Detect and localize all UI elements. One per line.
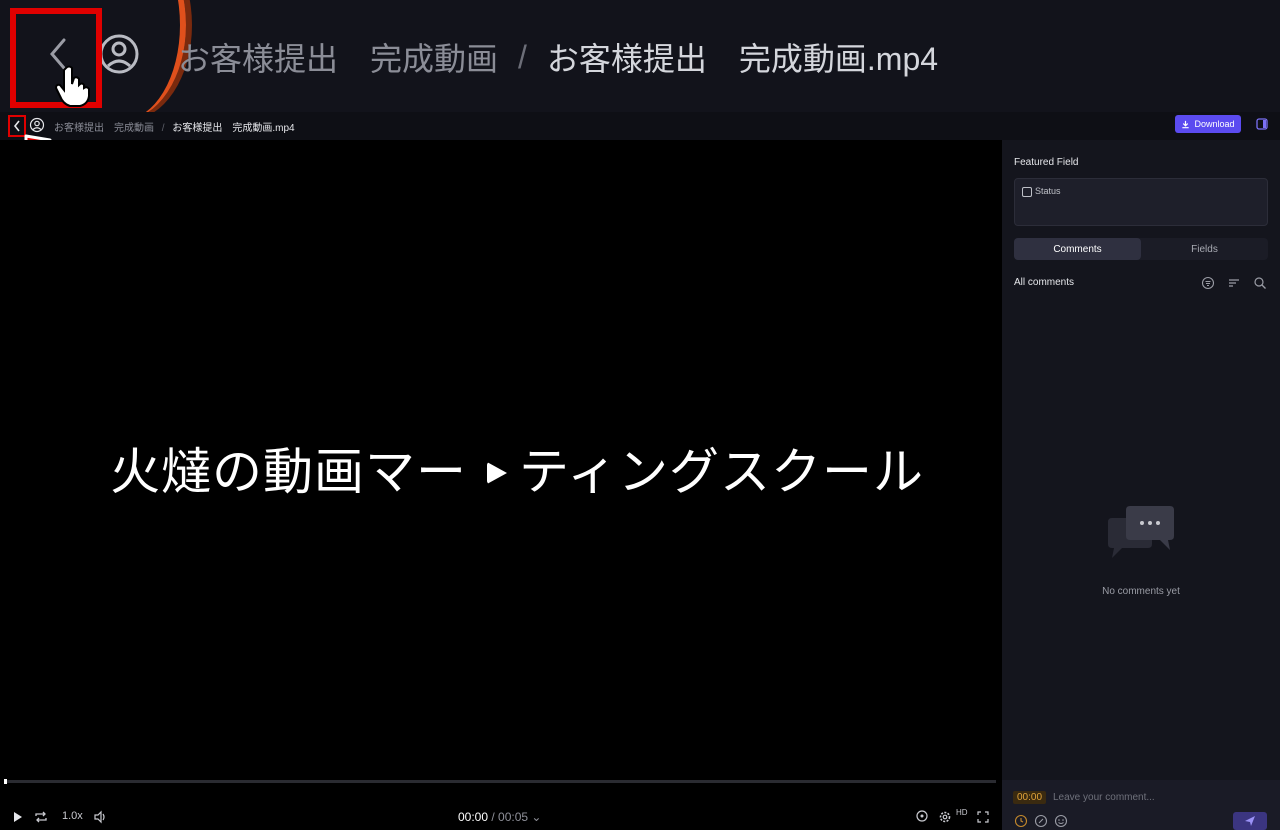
progress-handle[interactable]: [4, 779, 7, 784]
breadcrumb: お客様提出 完成動画 / お客様提出 完成動画.mp4: [54, 119, 295, 134]
comment-input[interactable]: Leave your comment...: [1053, 792, 1155, 803]
user-icon: [29, 117, 45, 133]
send-icon: [1245, 816, 1255, 826]
filter-icon[interactable]: [1200, 275, 1216, 291]
volume-icon[interactable]: [93, 810, 108, 824]
tab-comments[interactable]: Comments: [1014, 238, 1141, 260]
comment-tools: [1200, 275, 1268, 291]
gear-icon[interactable]: [938, 810, 952, 824]
download-button[interactable]: Download: [1175, 115, 1241, 133]
composer-tools: [1014, 814, 1068, 828]
zoom-breadcrumb: お客様提出 完成動画 / お客様提出 完成動画.mp4: [178, 34, 938, 80]
all-comments-label[interactable]: All comments: [1014, 277, 1074, 288]
timecode-badge[interactable]: 00:00: [1013, 791, 1047, 804]
player-controls: 1.0x 00:00 / 00:05 ⌄ HD: [0, 806, 1000, 830]
download-icon: [1182, 120, 1190, 128]
video-title-right: ティングスクール: [519, 443, 924, 501]
tab-fields[interactable]: Fields: [1141, 238, 1268, 260]
panel-toggle-button[interactable]: [1254, 116, 1270, 132]
search-icon[interactable]: [1252, 275, 1268, 291]
duration: 00:05: [498, 810, 529, 824]
empty-state-text: No comments yet: [1102, 586, 1180, 597]
breadcrumb-separator: /: [161, 123, 165, 134]
video-frame-title: 火燵の動画マー ティングスクール: [110, 432, 924, 504]
location-pin-icon[interactable]: [915, 810, 929, 824]
loop-icon[interactable]: [34, 810, 48, 824]
sidebar-tabs: Comments Fields: [1014, 238, 1268, 260]
time-display[interactable]: 00:00 / 00:05 ⌄: [458, 810, 541, 824]
zoom-breadcrumb-file: お客様提出 完成動画.mp4: [546, 41, 939, 77]
zoom-breadcrumb-folder[interactable]: お客様提出 完成動画: [178, 34, 498, 80]
zoom-breadcrumb-separator: /: [518, 38, 527, 75]
send-button[interactable]: [1233, 812, 1267, 830]
breadcrumb-file: お客様提出 完成動画.mp4: [172, 123, 295, 134]
featured-field-title: Featured Field: [1014, 157, 1079, 168]
user-circle-icon: [99, 34, 139, 74]
status-dropdown-icon: [1022, 187, 1032, 197]
right-sidebar: Featured Field Status Comments Fields Al…: [1002, 140, 1280, 830]
clock-icon[interactable]: [1014, 814, 1028, 828]
progress-bar[interactable]: [4, 779, 996, 784]
draw-icon[interactable]: [1034, 814, 1048, 828]
sidebar-panel-icon: [1256, 118, 1268, 130]
current-time: 00:00: [458, 810, 489, 824]
status-label: Status: [1035, 186, 1061, 196]
video-title-play-icon: [487, 462, 507, 484]
hand-pointer-icon: [54, 65, 90, 107]
fullscreen-icon[interactable]: [976, 810, 990, 824]
video-title-left: 火燵の動画マー: [110, 443, 467, 501]
sort-icon[interactable]: [1226, 275, 1242, 291]
top-bar: お客様提出 完成動画 / お客様提出 完成動画.mp4 Download: [0, 112, 1280, 140]
status-field[interactable]: Status: [1014, 178, 1268, 226]
chevron-down-icon: ⌄: [531, 810, 542, 824]
emoji-icon[interactable]: [1054, 814, 1068, 828]
quality-badge: HD: [956, 808, 968, 817]
download-label: Download: [1194, 119, 1235, 129]
empty-comments-icon: [1108, 506, 1174, 558]
time-separator: /: [488, 810, 499, 824]
playback-speed[interactable]: 1.0x: [62, 810, 83, 822]
play-icon[interactable]: [12, 810, 24, 824]
zoomed-header: お客様提出 完成動画 / お客様提出 完成動画.mp4: [0, 0, 1280, 112]
comment-composer: 00:00 Leave your comment...: [1002, 780, 1280, 830]
